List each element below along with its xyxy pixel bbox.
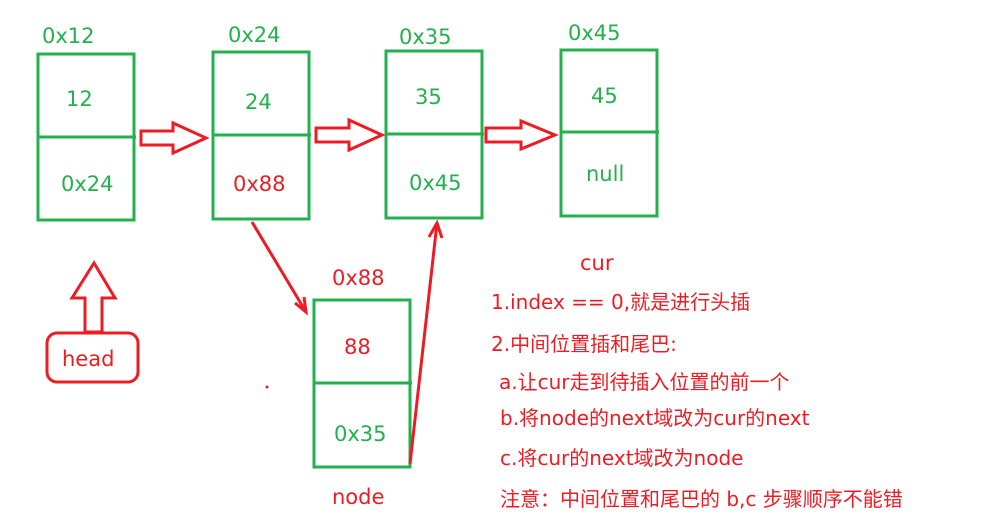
arrow-right-icon [139,120,210,156]
node-value: 88 [344,335,371,359]
note-warning: 注意：中间位置和尾巴的 b,c 步骤顺序不能错 [500,487,903,511]
arrow-right-icon [314,117,386,153]
note-1: 1.index == 0,就是进行头插 [491,290,751,314]
node-next: 0x24 [61,172,114,196]
cur-label: cur [580,251,614,275]
note-2: 2.中间位置插和尾巴: [491,332,677,356]
address-label: 0x45 [568,21,621,45]
pointer-line-to-node [250,221,308,313]
node-value: 35 [415,85,442,109]
address-label: 0x12 [42,24,95,48]
node-value: 45 [591,84,618,108]
head-label: head [62,347,114,371]
note-a: a.让cur走到待插入位置的前一个 [499,370,790,394]
address-label: 0x35 [399,25,452,49]
node-next: 0x88 [233,172,286,196]
node-value: 12 [66,87,93,111]
linked-list-diagram: 0x12 12 0x24 0x24 24 0x88 0x35 35 0x45 0… [36,21,659,509]
arrow-right-icon [484,118,559,152]
node-next: null [586,162,624,186]
address-label: 0x24 [228,23,281,47]
node-label: node [332,485,384,509]
note-c: c.将cur的next域改为node [500,446,744,470]
arrow-up-icon [69,260,118,334]
node-value: 24 [245,90,272,114]
node-next: 0x45 [409,171,462,195]
node-next: 0x35 [334,422,387,446]
address-label: 0x88 [332,266,385,290]
note-b: b.将node的next域改为cur的next [500,406,810,430]
pointer-line-to-0x35 [408,222,439,465]
